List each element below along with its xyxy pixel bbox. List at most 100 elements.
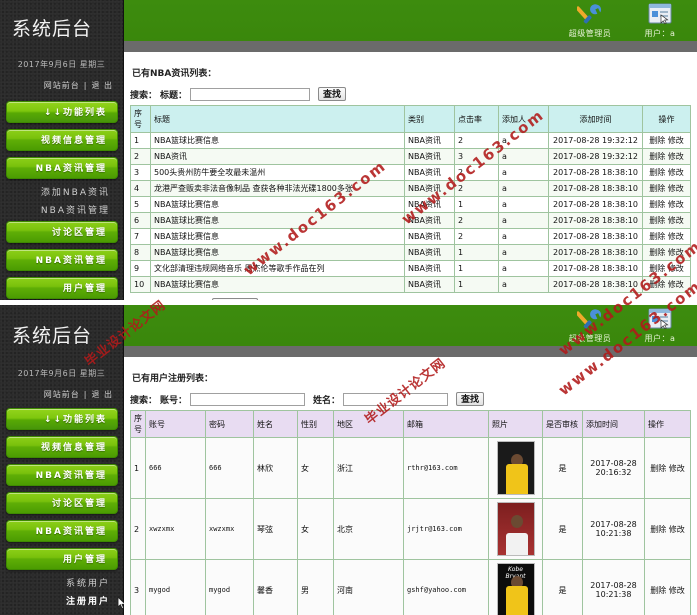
edit-link[interactable]: 修改 [669,586,685,595]
user-cell-region: 北京 [333,498,404,560]
logout-link-2[interactable]: 退 出 [91,390,113,399]
edit-link[interactable]: 修改 [668,184,684,193]
edit-link[interactable]: 修改 [668,216,684,225]
news-cell-cat: NBA资讯 [404,244,455,261]
table-row: 10 NBA篮球比赛信息 NBA资讯 1 a 2017-08-28 18:38:… [130,276,691,293]
news-cell-cat: NBA资讯 [404,260,455,277]
news-cell-hits: 2 [454,180,499,197]
news-title-search-input[interactable] [190,87,311,101]
sidebar-item-function-list[interactable]: ↓↓功能列表 [6,101,118,123]
delete-link[interactable]: 删除 [649,168,665,177]
delete-link[interactable]: 删除 [649,184,665,193]
table-row: 1 666 666 林欣 女 浙江 rthr@163.com 是 2017-08… [130,437,691,499]
table-row: 9 文化部清理违规网络音乐 周杰伦等歌手作品在列 NBA资讯 1 a 2017-… [130,260,691,277]
edit-link[interactable]: 修改 [668,152,684,161]
sidebar-item-user-manage-2[interactable]: 用户管理 [6,548,118,570]
sidebar-item-function-list-2[interactable]: ↓↓功能列表 [6,408,118,430]
edit-link[interactable]: 修改 [668,232,684,241]
news-search-button[interactable]: 查找 [318,87,347,101]
table-row: 8 NBA篮球比赛信息 NBA资讯 1 a 2017-08-28 18:38:1… [130,244,691,261]
user-cell-actions: 删除 修改 [644,559,691,615]
edit-link[interactable]: 修改 [668,200,684,209]
news-cell-title: NBA篮球比赛信息 [150,228,405,245]
news-cell-no: 2 [130,148,151,165]
news-cell-time: 2017-08-28 18:38:10 [548,276,643,293]
delete-link[interactable]: 删除 [650,464,666,473]
user-cell-time: 2017-08-28 20:16:32 [582,437,645,499]
delete-link[interactable]: 删除 [649,264,665,273]
user-cell-no: 1 [130,437,146,499]
news-cell-hits: 1 [454,196,499,213]
news-cell-time: 2017-08-28 19:32:12 [548,132,643,149]
news-cell-no: 4 [130,180,151,197]
sidebar-item-forum-manage-2[interactable]: 讨论区管理 [6,492,118,514]
sidebar-item-nba-news-manage-b[interactable]: NBA资讯管理 [6,520,118,542]
sidebar-item-nba-news-manage[interactable]: NBA资讯管理 [6,157,118,179]
user-admin-panel: 系统后台 2017年9月6日 星期三 网站前台 | 退 出 ↓↓功能列表 视频信息管… [0,305,697,615]
delete-link[interactable]: 删除 [649,280,665,289]
user-indicator-2[interactable]: 用户：a [631,307,689,344]
edit-link[interactable]: 修改 [668,136,684,145]
user-cell-actions: 删除 修改 [644,498,691,560]
news-page-body: 已有NBA资讯列表： 搜索： 标题： 查找 序号 标题 类别 点击率 添加人 添… [124,52,697,300]
table-row: 4 龙港严查贩卖非法音像制品 查获各种非法光碟1800多张 NBA资讯 2 a … [130,180,691,197]
sidebar-subitem-system-user[interactable]: 系统用户 [6,576,118,593]
user-cell-account: 666 [145,437,206,499]
sidebar-item-nba-news-manage-a[interactable]: NBA资讯管理 [6,464,118,486]
user-name-search-input[interactable] [343,392,449,406]
user-indicator-1[interactable]: 用户：a [631,2,689,39]
delete-link[interactable]: 删除 [650,525,666,534]
news-cell-cat: NBA资讯 [404,212,455,229]
edit-link[interactable]: 修改 [668,280,684,289]
front-site-link-2[interactable]: 网站前台 [44,390,80,399]
news-cell-cat: NBA资讯 [404,196,455,213]
table-row: 2 NBA资讯 NBA资讯 3 a 2017-08-28 19:32:12 删除… [130,148,691,165]
news-cell-actions: 删除 修改 [642,260,691,277]
sidebar-subitem-registered-user[interactable]: 注册用户 [6,594,127,611]
sidebar-item-user-manage[interactable]: 用户管理 [6,277,118,299]
logout-link[interactable]: 退 出 [91,81,113,90]
user-account-search-input[interactable] [190,392,306,406]
user-cell-actions: 删除 修改 [644,437,691,499]
sidebar-item-video-manage[interactable]: 视频信息管理 [6,129,118,151]
delete-link[interactable]: 删除 [649,200,665,209]
news-admin-panel: 系统后台 2017年9月6日 星期三 网站前台 | 退 出 ↓↓功能列表 视频信息管… [0,0,697,300]
edit-link[interactable]: 修改 [668,248,684,257]
sidebar-item-video-manage-2[interactable]: 视频信息管理 [6,436,118,458]
delete-link[interactable]: 删除 [649,136,665,145]
grey-divider-2 [124,346,697,357]
sidebar-subitem-nba-news-manage[interactable]: NBA资讯管理 [6,203,118,220]
sidebar-subitem-add-nba-news[interactable]: 添加NBA资讯 [6,185,118,202]
user-account-label: 账号： [160,395,188,406]
user-search-button[interactable]: 查找 [456,392,485,406]
admin-indicator-2[interactable]: 超级管理员 [561,307,619,344]
admin-indicator-1[interactable]: 超级管理员 [561,2,619,39]
news-cell-actions: 删除 修改 [642,148,691,165]
delete-link[interactable]: 删除 [650,586,666,595]
sidebar-panel-2: 系统后台 2017年9月6日 星期三 网站前台 | 退 出 ↓↓功能列表 视频信息管… [0,305,127,615]
edit-link[interactable]: 修改 [668,264,684,273]
user-cell-no: 3 [130,559,146,615]
table-row: 1 NBA篮球比赛信息 NBA资讯 2 a 2017-08-28 19:32:1… [130,132,691,149]
user-col-gender: 性别 [297,410,334,438]
news-cell-title: 文化部清理违规网络音乐 周杰伦等歌手作品在列 [150,260,405,277]
user-photo-kobe-yellow [496,441,535,495]
front-site-link[interactable]: 网站前台 [44,81,80,90]
edit-link[interactable]: 修改 [669,525,685,534]
delete-link[interactable]: 删除 [649,216,665,225]
topbar-1: 超级管理员 用户：a [124,0,697,41]
user-cell-password: mygod [205,559,254,615]
user-label-1: 用户：a [644,29,676,38]
user-cell-photo [488,498,543,560]
delete-link[interactable]: 删除 [649,248,665,257]
edit-link[interactable]: 修改 [668,168,684,177]
delete-link[interactable]: 删除 [649,152,665,161]
delete-link[interactable]: 删除 [649,232,665,241]
edit-link[interactable]: 修改 [669,464,685,473]
news-cell-hits: 3 [454,148,499,165]
user-cell-gender: 男 [297,559,334,615]
sidebar-item-forum-manage[interactable]: 讨论区管理 [6,221,118,243]
news-cell-author: a [498,244,549,261]
sidebar-item-nba-news-manage-2[interactable]: NBA资讯管理 [6,249,118,271]
news-cell-title: 龙港严查贩卖非法音像制品 查获各种非法光碟1800多张 [150,180,405,197]
